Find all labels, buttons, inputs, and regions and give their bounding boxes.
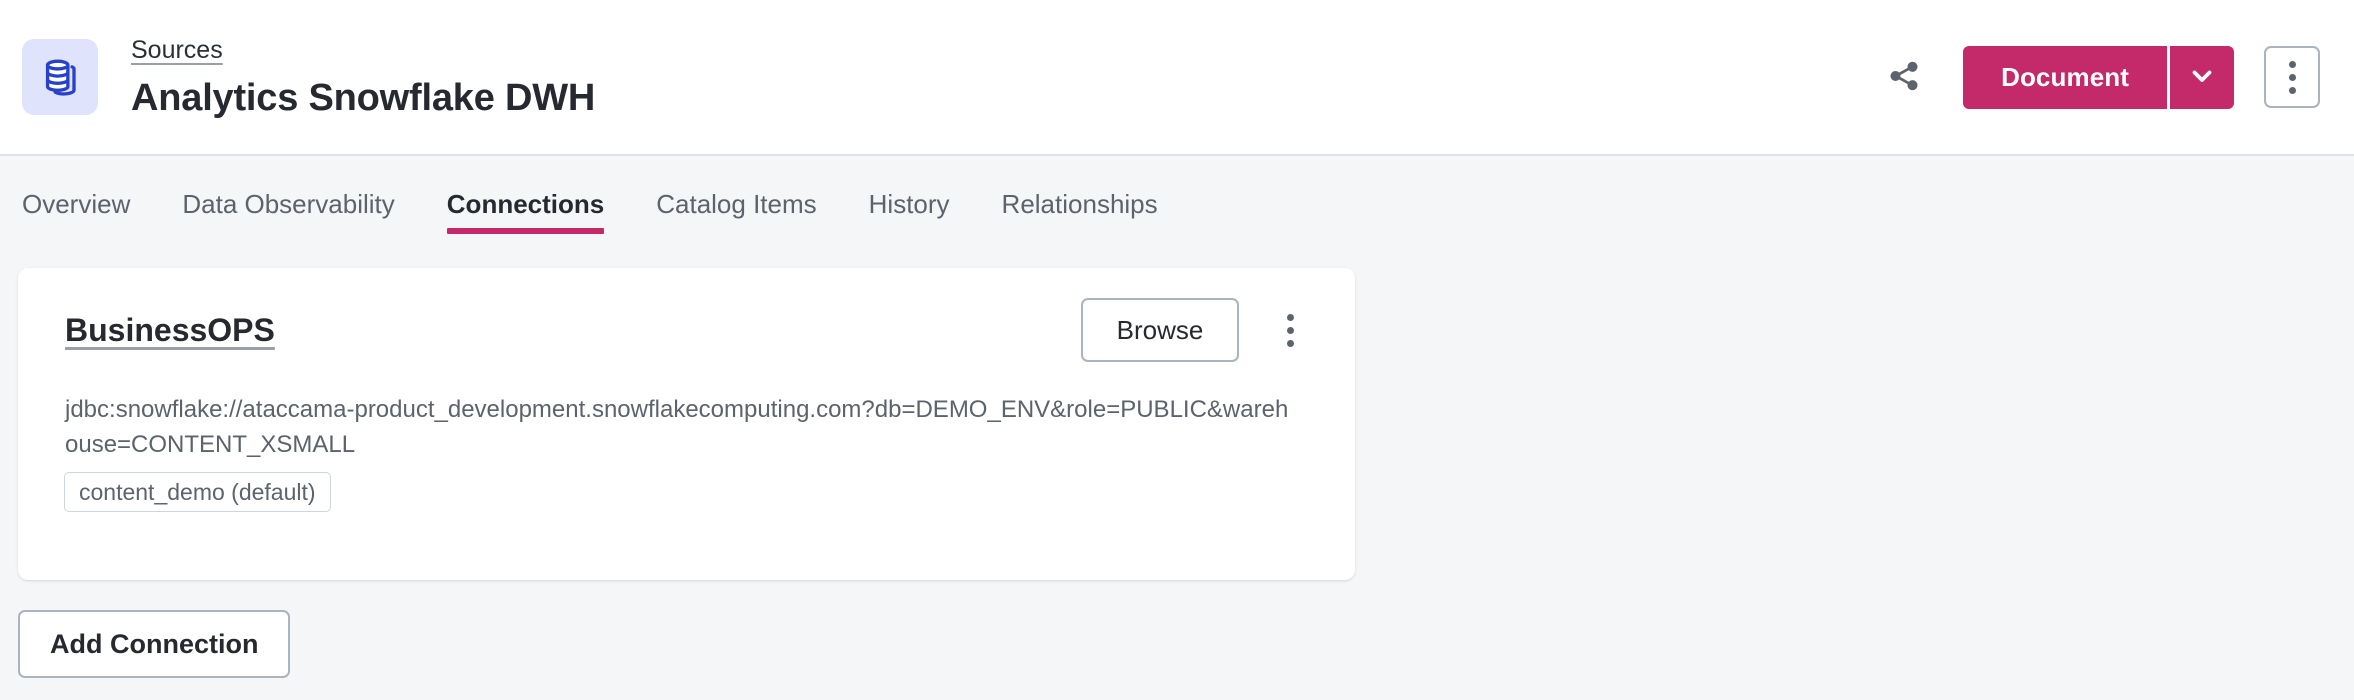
header-overflow-menu-button[interactable] <box>2264 46 2320 108</box>
browse-button[interactable]: Browse <box>1081 298 1239 362</box>
kebab-dot <box>1287 314 1294 321</box>
database-icon <box>22 39 98 115</box>
connection-jdbc-string: jdbc:snowflake://ataccama-product_develo… <box>65 392 1295 462</box>
page-title: Analytics Snowflake DWH <box>131 76 595 120</box>
document-button[interactable]: Document <box>1963 46 2167 109</box>
header-title-block: Sources Analytics Snowflake DWH <box>131 35 595 120</box>
page-header: Sources Analytics Snowflake DWH <box>0 0 2354 156</box>
chevron-down-icon <box>2187 61 2217 94</box>
kebab-dot <box>2289 61 2296 68</box>
connection-card-actions: Browse <box>1081 298 1315 362</box>
connection-overflow-menu-button[interactable] <box>1265 302 1315 358</box>
connection-name-link[interactable]: BusinessOPS <box>65 312 275 349</box>
connection-card: BusinessOPS Browse jdbc:snowflake://atac… <box>18 268 1355 580</box>
connection-card-header: BusinessOPS Browse <box>65 298 1315 362</box>
header-left-group: Sources Analytics Snowflake DWH <box>22 35 1877 120</box>
tab-history[interactable]: History <box>843 156 976 252</box>
tab-connections[interactable]: Connections <box>421 156 630 252</box>
kebab-dot <box>2289 74 2296 81</box>
kebab-menu-icon <box>2289 61 2296 94</box>
kebab-dot <box>1287 327 1294 334</box>
share-icon <box>1887 59 1921 96</box>
kebab-dot <box>1287 340 1294 347</box>
document-dropdown-button[interactable] <box>2170 46 2234 109</box>
source-detail-page: Sources Analytics Snowflake DWH <box>0 0 2354 700</box>
connection-schema-chip[interactable]: content_demo (default) <box>64 472 331 512</box>
header-actions: Document <box>1877 46 2320 109</box>
breadcrumb-sources-link[interactable]: Sources <box>131 35 223 65</box>
tab-relationships[interactable]: Relationships <box>976 156 1184 252</box>
tab-overview[interactable]: Overview <box>22 156 156 252</box>
tab-data-observability[interactable]: Data Observability <box>156 156 420 252</box>
kebab-dot <box>2289 87 2296 94</box>
share-button[interactable] <box>1877 50 1931 104</box>
tab-catalog-items[interactable]: Catalog Items <box>630 156 842 252</box>
document-split-button: Document <box>1963 46 2234 109</box>
add-connection-button[interactable]: Add Connection <box>18 610 290 678</box>
tab-bar: Overview Data Observability Connections … <box>0 156 2354 252</box>
